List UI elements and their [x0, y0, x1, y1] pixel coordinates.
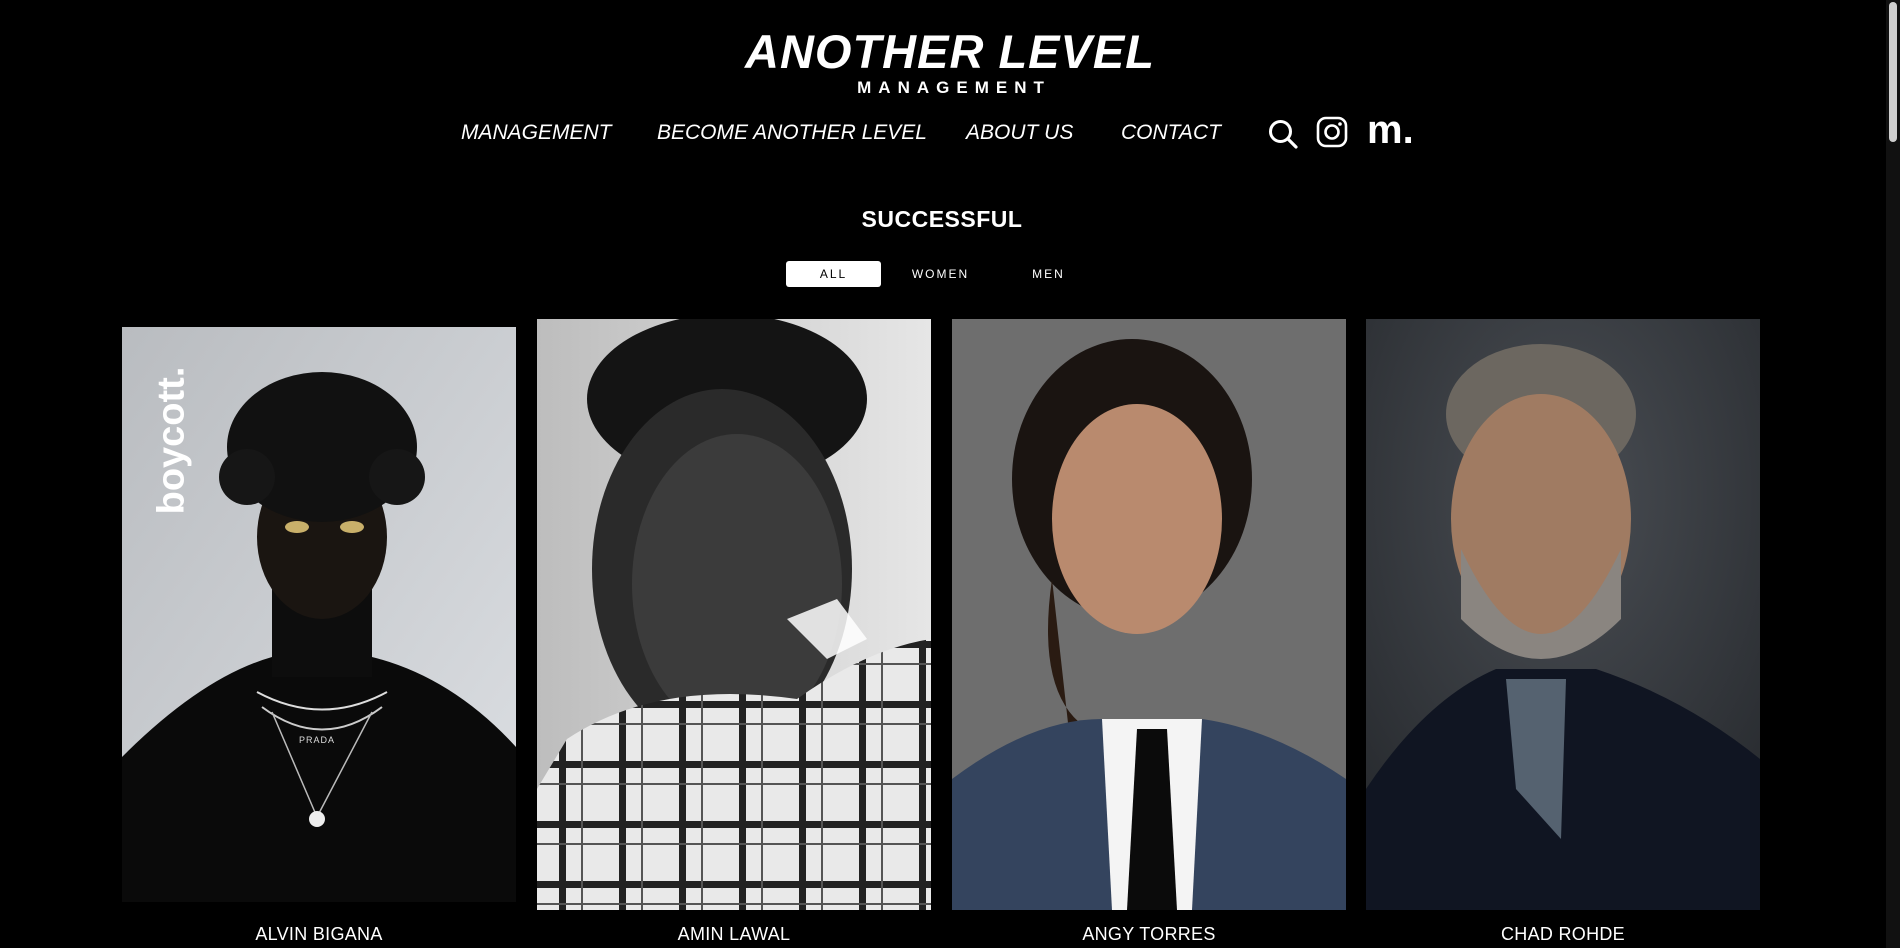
model-name[interactable]: CHAD ROHDE [1366, 924, 1760, 945]
model-name[interactable]: AMIN LAWAL [537, 924, 931, 945]
necklace-text: PRADA [299, 735, 336, 745]
brand-name: ANOTHER LEVEL [745, 25, 1155, 78]
model-photo[interactable] [952, 319, 1346, 910]
nav-item-management[interactable]: MANAGEMENT [461, 118, 612, 148]
nav-item-become-another-level[interactable]: BECOME ANOTHER LEVEL [657, 118, 927, 148]
models-com-icon[interactable]: m. [1367, 110, 1414, 150]
page-scrollbar[interactable] [1886, 0, 1900, 948]
model-photo[interactable] [1366, 319, 1760, 910]
search-icon[interactable] [1268, 119, 1298, 154]
nav-item-about-us[interactable]: ABOUT US [966, 118, 1073, 148]
tab-women[interactable]: WOMEN [893, 261, 988, 287]
model-photo[interactable] [537, 319, 931, 910]
instagram-icon[interactable] [1316, 116, 1348, 153]
tab-all[interactable]: ALL [786, 261, 881, 287]
brand-subtitle: MANAGEMENT [857, 78, 1051, 97]
brand-logo[interactable]: ANOTHER LEVEL MANAGEMENT [0, 28, 1900, 98]
tab-men[interactable]: MEN [1001, 261, 1096, 287]
nav-item-contact[interactable]: CONTACT [1121, 118, 1221, 148]
model-name[interactable]: ANGY TORRES [952, 924, 1346, 945]
scrollbar-thumb[interactable] [1889, 2, 1897, 142]
page-title: SUCCESSFUL [861, 206, 1023, 232]
model-name[interactable]: ALVIN BIGANA [122, 924, 516, 945]
main-nav: MANAGEMENT BECOME ANOTHER LEVEL ABOUT US… [0, 118, 1900, 148]
photo-watermark: boycott. [150, 366, 193, 515]
model-photo[interactable]: boycott. PRADA [122, 327, 516, 902]
